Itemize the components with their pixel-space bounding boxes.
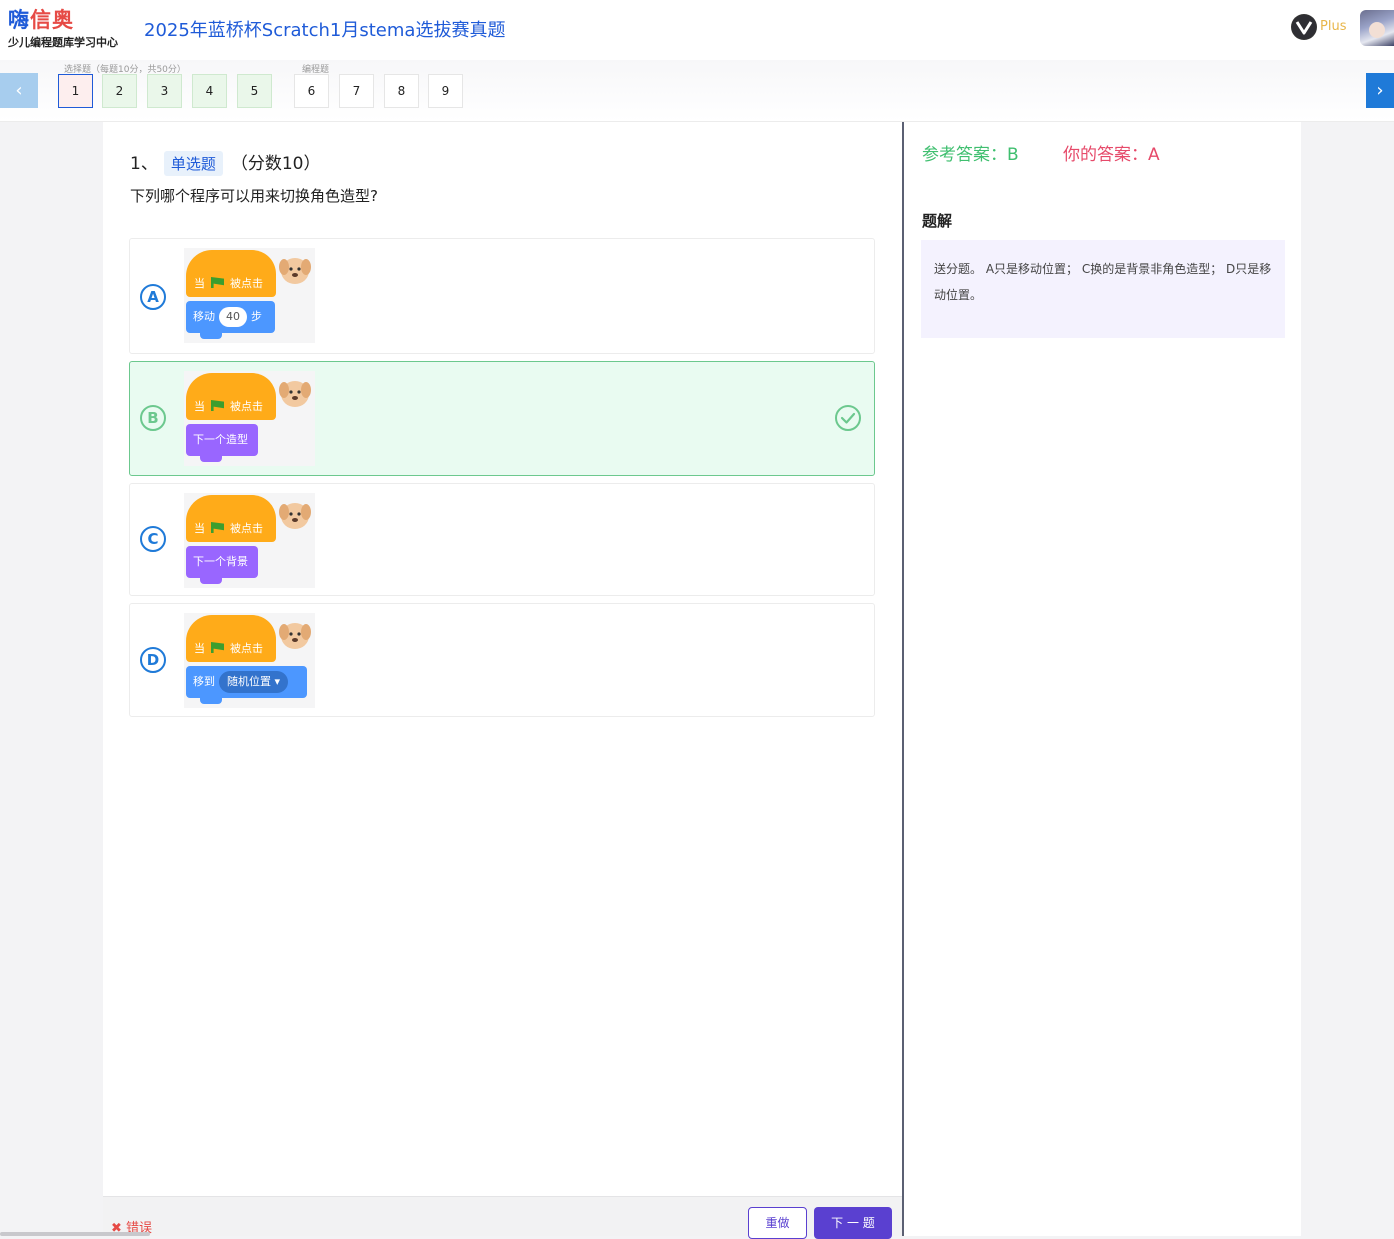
question-button-5[interactable]: 5 xyxy=(237,74,272,108)
question-text: 下列哪个程序可以用来切换角色造型? xyxy=(130,187,378,205)
when-flag-clicked-block: 当被点击 xyxy=(186,495,276,542)
check-circle-icon xyxy=(835,405,861,431)
top-header: 嗨信奥 少儿编程题库学习中心 2025年蓝桥杯Scratch1月stema选拔赛… xyxy=(0,0,1394,60)
question-button-2[interactable]: 2 xyxy=(102,74,137,108)
green-flag-icon xyxy=(211,277,224,288)
option-c[interactable]: C 当被点击 下一个背景 xyxy=(129,483,875,596)
your-answer: 你的答案：A xyxy=(1063,145,1160,165)
question-button-3[interactable]: 3 xyxy=(147,74,182,108)
question-nav: ‹ 选择题（每题10分，共50分） 编程题 1 2 3 4 5 6 7 8 9 … xyxy=(0,60,1394,122)
horizontal-scrollbar[interactable] xyxy=(0,1232,150,1236)
solution-title: 题解 xyxy=(922,212,953,230)
question-number: 1、 xyxy=(130,154,158,174)
option-letter: A xyxy=(140,284,166,310)
plus-vip-icon[interactable] xyxy=(1291,14,1317,40)
question-button-9[interactable]: 9 xyxy=(428,74,463,108)
question-score: （分数10） xyxy=(230,154,321,174)
site-logo[interactable]: 嗨信奥 少儿编程题库学习中心 xyxy=(8,8,128,50)
option-letter: C xyxy=(140,526,166,552)
green-flag-icon xyxy=(211,522,224,533)
option-letter: B xyxy=(140,405,166,431)
prev-arrow-icon[interactable]: ‹ xyxy=(0,73,38,108)
dog-sprite-icon xyxy=(279,381,311,407)
question-panel: 1、 单选题 （分数10） 下列哪个程序可以用来切换角色造型? A 当被点击 移动 4… xyxy=(103,122,902,1196)
next-question-button[interactable]: 下 一 题 xyxy=(814,1207,892,1239)
question-button-6[interactable]: 6 xyxy=(294,74,329,108)
green-flag-icon xyxy=(211,642,224,653)
go-to-random-block: 移到 随机位置 ▾ xyxy=(186,666,307,704)
logo-subtitle: 少儿编程题库学习中心 xyxy=(8,36,118,49)
avatar[interactable] xyxy=(1360,10,1394,46)
next-backdrop-block: 下一个背景 xyxy=(186,546,258,584)
next-arrow-icon[interactable]: › xyxy=(1366,73,1394,108)
option-a[interactable]: A 当被点击 移动 40 步 xyxy=(129,238,875,354)
question-button-7[interactable]: 7 xyxy=(339,74,374,108)
move-steps-block: 移动 40 步 xyxy=(186,301,275,339)
reference-answer: 参考答案：B xyxy=(922,145,1019,165)
question-button-4[interactable]: 4 xyxy=(192,74,227,108)
logo-wordmark: 嗨信奥 xyxy=(8,8,74,32)
when-flag-clicked-block: 当被点击 xyxy=(186,615,276,662)
option-letter: D xyxy=(140,647,166,673)
scratch-code-image: 当被点击 下一个背景 xyxy=(184,493,315,588)
solution-text: 送分题。 A只是移动位置； C换的是背景非角色造型； D只是移动位置。 xyxy=(934,262,1272,302)
next-costume-block: 下一个造型 xyxy=(186,424,258,462)
solution-box: 送分题。 A只是移动位置； C换的是背景非角色造型； D只是移动位置。 xyxy=(921,240,1285,338)
dog-sprite-icon xyxy=(279,258,311,284)
dog-sprite-icon xyxy=(279,503,311,529)
dog-sprite-icon xyxy=(279,623,311,649)
scratch-code-image: 当被点击 下一个造型 xyxy=(184,371,315,466)
page-title: 2025年蓝桥杯Scratch1月stema选拔赛真题 xyxy=(144,20,506,41)
bottom-action-bar: ✖ 错误 重做 下 一 题 xyxy=(103,1196,902,1239)
when-flag-clicked-block: 当被点击 xyxy=(186,250,276,297)
redo-button[interactable]: 重做 xyxy=(748,1207,807,1239)
scratch-code-image: 当被点击 移到 随机位置 ▾ xyxy=(184,613,315,708)
plus-label[interactable]: Plus xyxy=(1320,19,1346,34)
question-type-badge: 单选题 xyxy=(163,151,223,176)
green-flag-icon xyxy=(211,400,224,411)
when-flag-clicked-block: 当被点击 xyxy=(186,373,276,420)
option-b[interactable]: B 当被点击 下一个造型 xyxy=(129,361,875,476)
question-button-8[interactable]: 8 xyxy=(384,74,419,108)
scratch-code-image: 当被点击 移动 40 步 xyxy=(184,248,315,343)
question-button-1[interactable]: 1 xyxy=(58,74,93,108)
option-d[interactable]: D 当被点击 移到 随机位置 ▾ xyxy=(129,603,875,717)
question-header: 1、 单选题 （分数10） xyxy=(130,149,320,176)
answer-panel: 参考答案：B 你的答案：A 题解 送分题。 A只是移动位置； C换的是背景非角色… xyxy=(904,122,1301,1236)
